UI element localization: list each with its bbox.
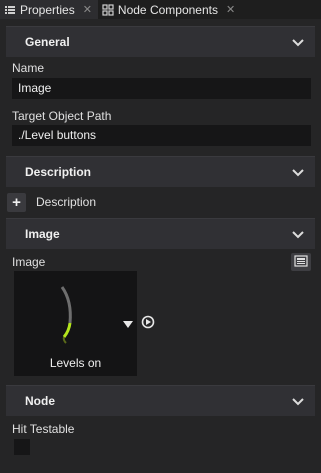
section-header-description[interactable]: Description: [6, 156, 315, 187]
node-components-icon: [102, 3, 114, 16]
section-title-image: Image: [25, 227, 60, 241]
close-icon[interactable]: ✕: [83, 3, 92, 16]
section-header-general[interactable]: General: [6, 26, 315, 57]
chevron-down-icon[interactable]: [291, 35, 305, 49]
section-title-general: General: [25, 35, 70, 49]
chevron-down-icon[interactable]: [291, 165, 305, 179]
name-field[interactable]: Image: [12, 78, 311, 99]
section-header-image[interactable]: Image: [6, 218, 315, 249]
image-thumbnail[interactable]: Levels on: [14, 271, 137, 376]
tab-properties[interactable]: Properties ✕: [0, 0, 98, 19]
target-object-path-field[interactable]: ./Level buttons: [12, 125, 311, 146]
go-to-asset-icon[interactable]: [141, 315, 155, 329]
section-title-description: Description: [25, 165, 92, 179]
hit-testable-label: Hit Testable: [12, 422, 75, 436]
hit-testable-checkbox[interactable]: [14, 439, 30, 455]
tab-properties-label: Properties: [20, 2, 75, 17]
section-header-node[interactable]: Node: [6, 385, 315, 416]
chevron-down-icon[interactable]: [291, 227, 305, 241]
image-label: Image: [12, 255, 46, 269]
close-icon[interactable]: ✕: [226, 3, 235, 16]
list-icon: [4, 4, 16, 16]
chevron-down-icon[interactable]: [291, 394, 305, 408]
add-description-button[interactable]: +: [7, 193, 26, 212]
asset-browser-button[interactable]: [291, 253, 311, 271]
thumbnail-caption: Levels on: [49, 356, 102, 370]
target-object-path-label: Target Object Path: [12, 109, 112, 123]
levels-on-preview-icon: [60, 286, 72, 344]
tab-node-components-label: Node Components: [117, 2, 218, 17]
tab-bar: Properties ✕ Node Components ✕: [0, 0, 321, 19]
section-title-node: Node: [25, 394, 55, 408]
image-dropdown-arrow-icon[interactable]: [123, 318, 133, 328]
tab-node-components[interactable]: Node Components ✕: [98, 0, 241, 19]
image-browse-icon: [294, 254, 308, 270]
name-label: Name: [12, 61, 45, 75]
description-label: Description: [36, 195, 97, 209]
plus-icon: +: [12, 194, 21, 211]
properties-panel: General Name Image Target Object Path ./…: [0, 19, 321, 473]
